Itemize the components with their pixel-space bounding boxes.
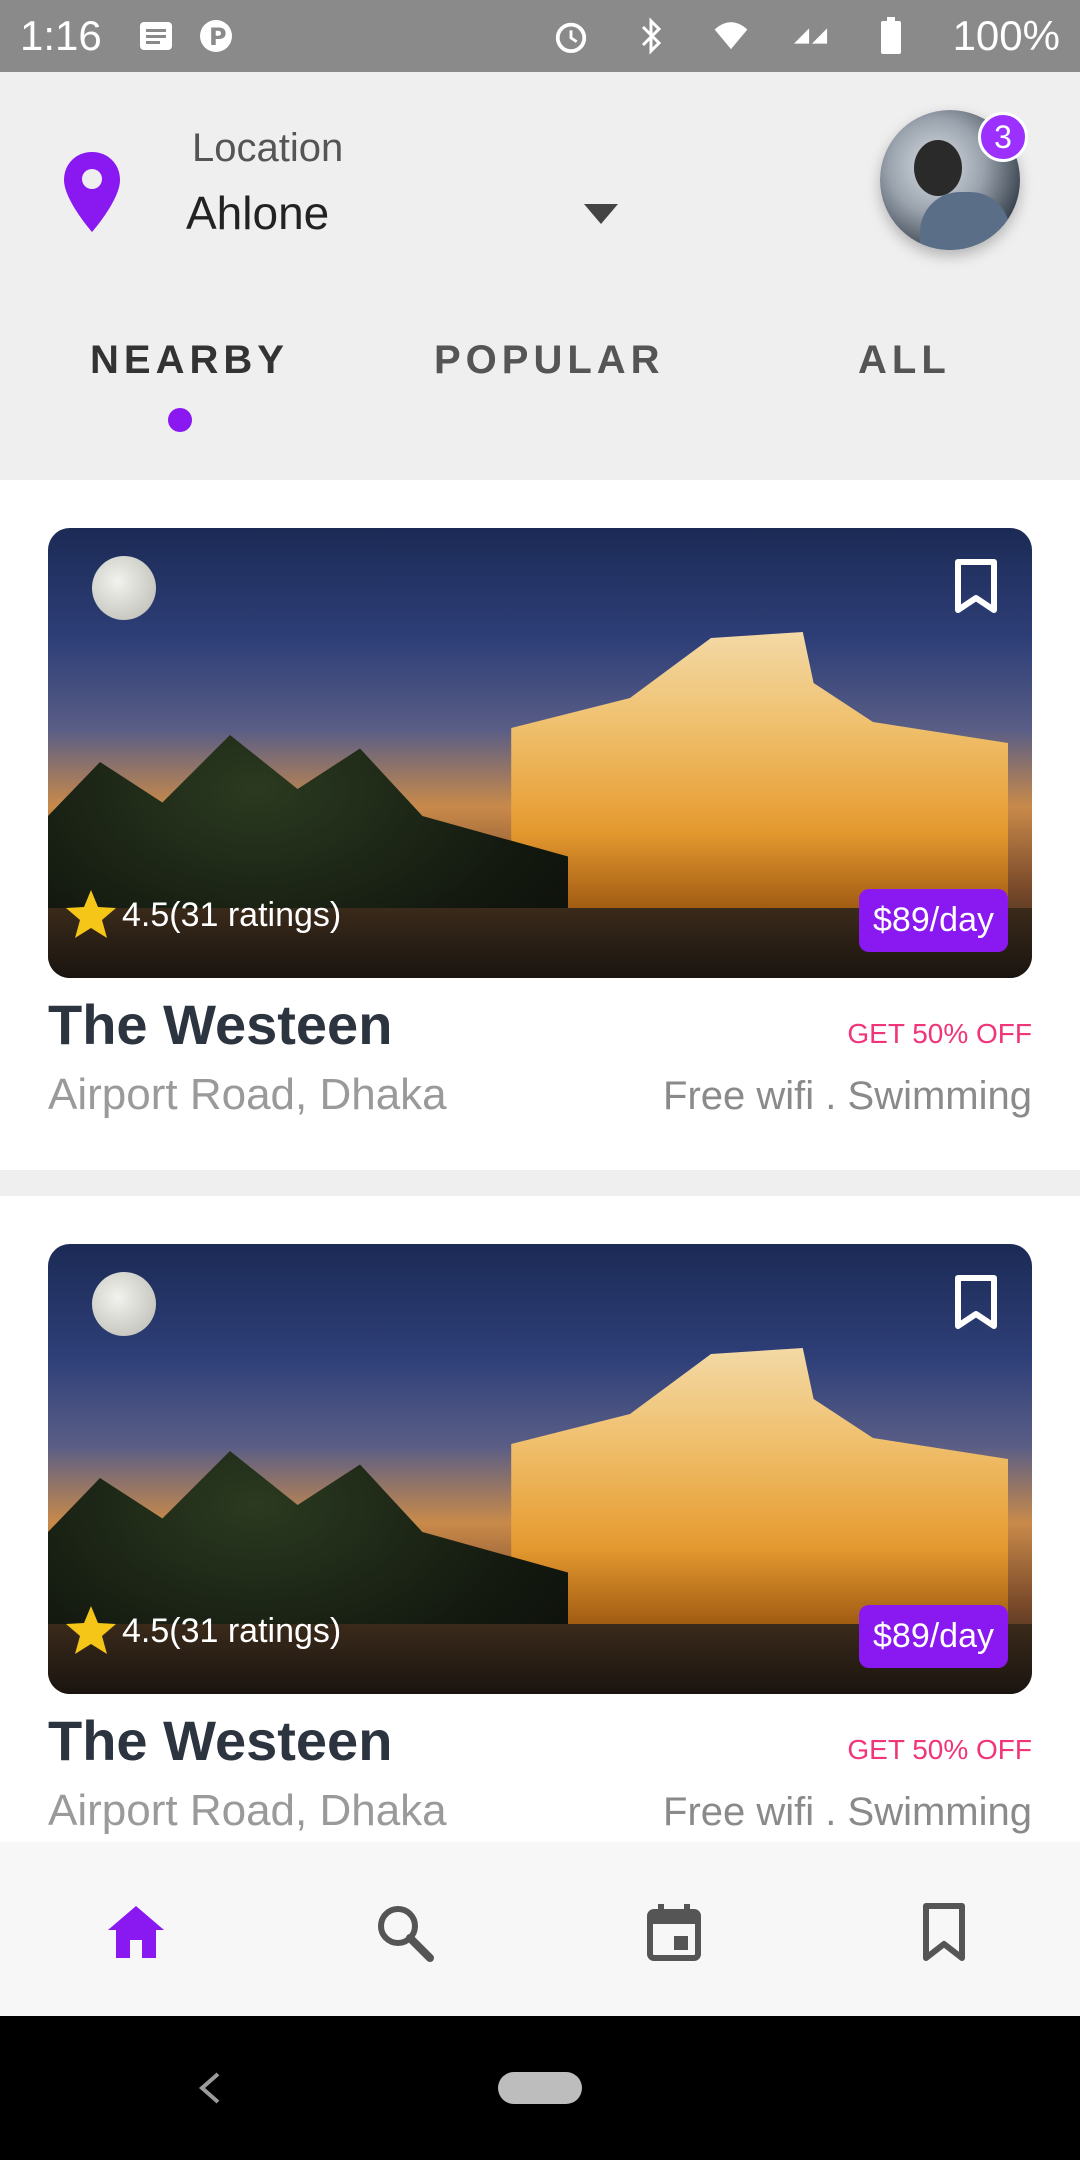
rating-text: 4.5(31 ratings) — [122, 895, 342, 934]
category-tabs: NEARBY POPULAR ALL — [0, 338, 1080, 448]
star-icon — [66, 1606, 116, 1654]
hotel-card[interactable]: 4.5(31 ratings) $89/day The Westeen GET … — [0, 480, 1080, 1170]
hotel-amenities: Free wifi . Swimming — [663, 1074, 1032, 1118]
price-badge: $89/day — [859, 889, 1008, 952]
chevron-down-icon[interactable] — [584, 204, 618, 224]
system-nav-bar — [0, 2016, 1080, 2160]
price-badge: $89/day — [859, 1605, 1008, 1668]
status-bar: 1:16 P 100% — [0, 0, 1080, 72]
hotel-address: Airport Road, Dhaka — [48, 1070, 447, 1119]
profile-avatar[interactable]: 3 — [880, 110, 1028, 250]
parking-icon: P — [198, 18, 234, 54]
location-label: Location — [192, 126, 344, 170]
hotel-card[interactable]: 4.5(31 ratings) $89/day The Westeen GET … — [0, 1196, 1080, 1842]
battery-icon — [873, 17, 909, 54]
battery-percent: 100% — [952, 12, 1060, 59]
signal-icon — [793, 18, 829, 54]
search-icon[interactable] — [372, 1900, 436, 1964]
rating: 4.5(31 ratings) — [64, 888, 341, 942]
bookmark-icon[interactable] — [912, 1900, 976, 1964]
offer-label: GET 50% OFF — [847, 1734, 1032, 1765]
tab-nearby[interactable]: NEARBY — [90, 338, 289, 383]
svg-text:P: P — [209, 23, 227, 51]
bookmark-icon[interactable] — [954, 1274, 998, 1330]
home-pill[interactable] — [498, 2072, 582, 2104]
location-pin-icon — [64, 152, 120, 232]
rating-text: 4.5(31 ratings) — [122, 1611, 342, 1650]
bookmark-icon[interactable] — [954, 558, 998, 614]
back-icon[interactable] — [196, 2070, 222, 2106]
star-icon — [66, 890, 116, 938]
tab-popular[interactable]: POPULAR — [434, 338, 665, 383]
alarm-icon — [553, 18, 589, 54]
notification-badge: 3 — [978, 112, 1028, 162]
hotel-address: Airport Road, Dhaka — [48, 1786, 447, 1835]
home-icon[interactable] — [104, 1900, 168, 1964]
wifi-icon — [713, 18, 749, 54]
offer-label: GET 50% OFF — [847, 1018, 1032, 1049]
hotel-amenities: Free wifi . Swimming — [663, 1790, 1032, 1834]
bottom-nav — [0, 1842, 1080, 2016]
notification-icon — [138, 18, 174, 54]
hotel-image[interactable]: 4.5(31 ratings) $89/day — [48, 528, 1032, 978]
hotel-name: The Westeen — [48, 1709, 393, 1772]
calendar-icon[interactable] — [642, 1900, 706, 1964]
tab-all[interactable]: ALL — [858, 338, 951, 383]
status-time: 1:16 — [20, 12, 102, 59]
rating: 4.5(31 ratings) — [64, 1604, 341, 1658]
location-value[interactable]: Ahlone — [186, 186, 329, 240]
hotel-image[interactable]: 4.5(31 ratings) $89/day — [48, 1244, 1032, 1694]
bluetooth-icon — [633, 17, 669, 55]
tab-indicator — [168, 408, 192, 432]
hotel-name: The Westeen — [48, 993, 393, 1056]
